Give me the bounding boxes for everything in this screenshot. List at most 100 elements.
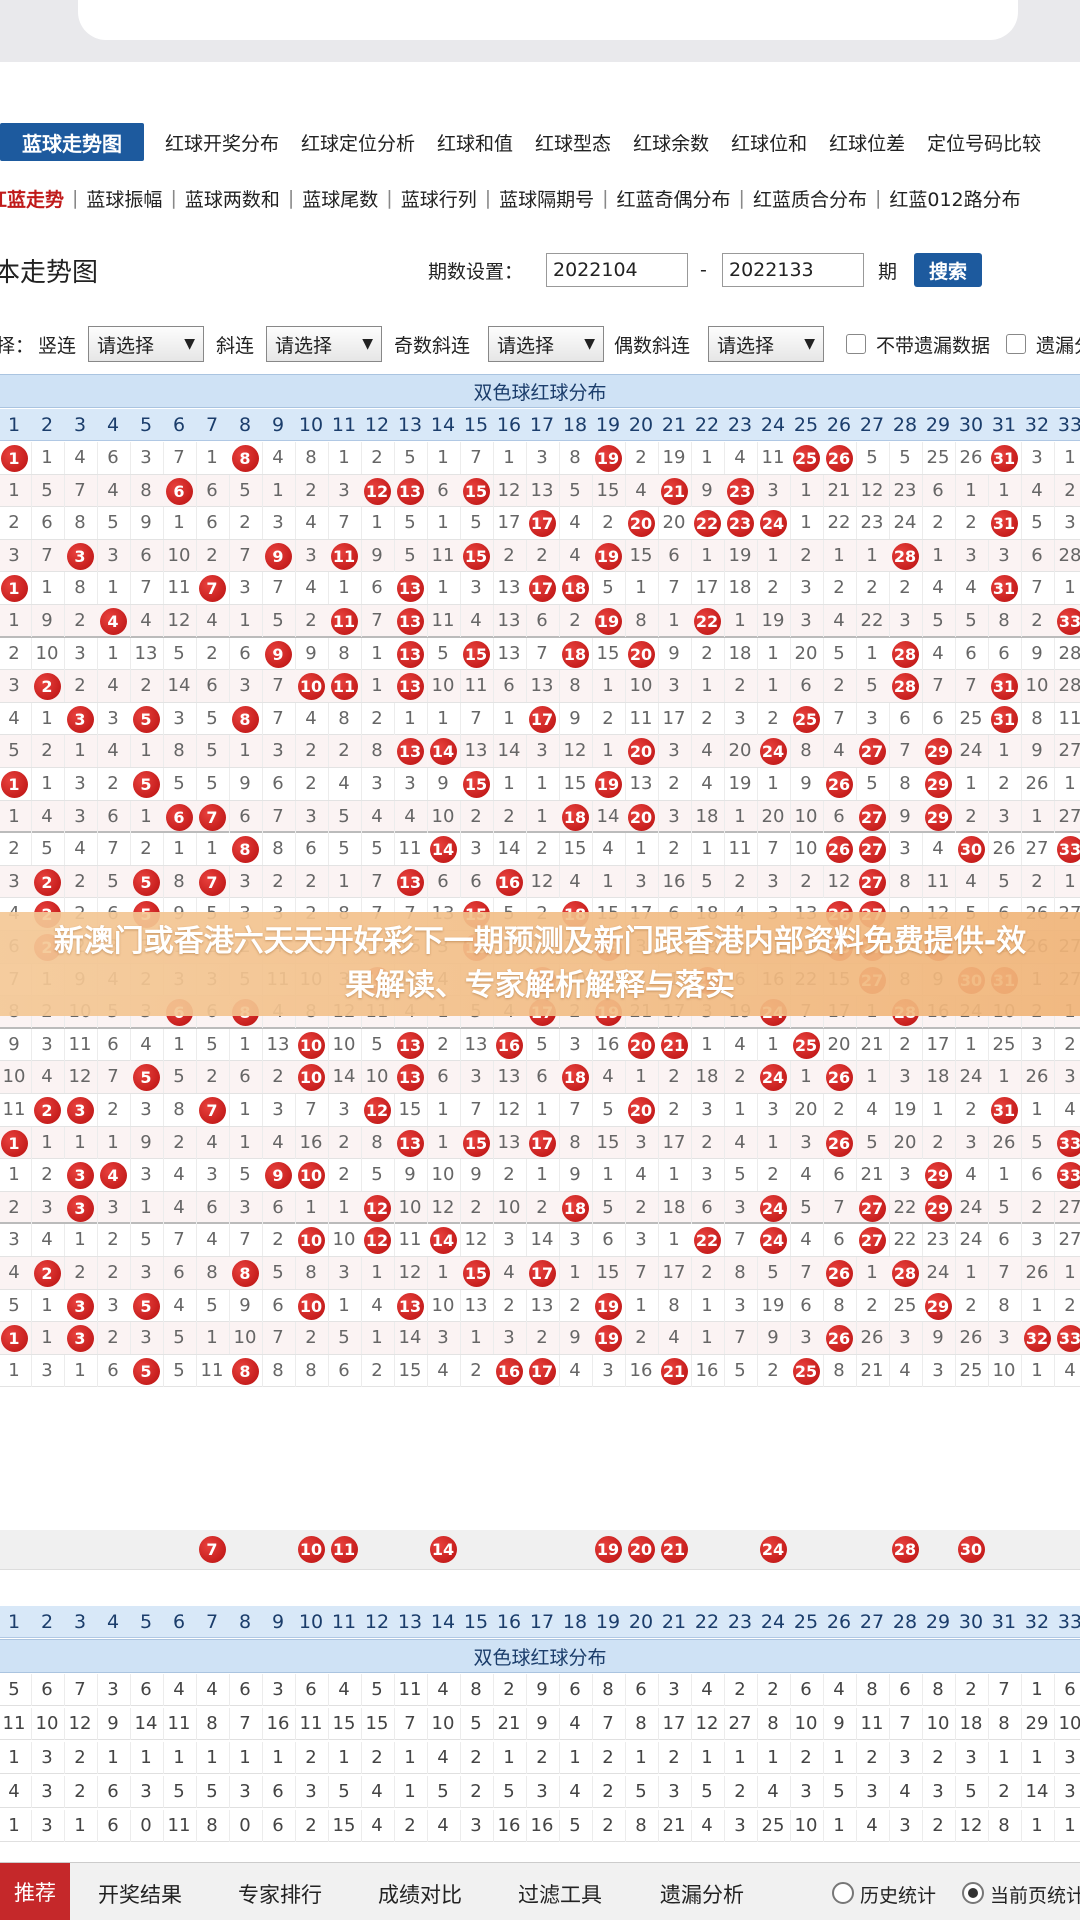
subtab-odd-even[interactable]: 红蓝奇偶分布: [617, 185, 731, 212]
omission-cell: 13: [492, 1061, 526, 1094]
no-omission-checkbox[interactable]: [846, 334, 866, 354]
omission-cell: 8: [789, 735, 823, 768]
omission-cell: 7: [228, 539, 262, 572]
omission-cell: 16: [657, 865, 691, 898]
omission-cell: 13: [624, 768, 658, 800]
recommend-button[interactable]: 推荐: [0, 1863, 70, 1920]
tab-red-position-analysis[interactable]: 红球定位分析: [290, 129, 426, 156]
omission-cell: 6: [987, 637, 1021, 670]
omission-cell: 5: [756, 1257, 790, 1289]
omission-cell: 4: [426, 1354, 460, 1387]
tab-red-sum[interactable]: 红球和值: [426, 129, 524, 156]
column-number: 12: [364, 414, 390, 436]
search-button[interactable]: 搜索: [914, 253, 982, 287]
draw-results-button[interactable]: 开奖结果: [98, 1879, 182, 1909]
tab-red-remainder[interactable]: 红球余数: [622, 129, 720, 156]
table-row: 2 8 15 17 26 28 4 2 2 3 6 8 5 8 3 1 12 1 4 1 15 7 17 2 8 5 7 1 24 1 7 2…: [0, 1257, 1080, 1290]
omission-cell: 1: [30, 1322, 64, 1355]
stats-cell: 10: [789, 1708, 823, 1740]
vertical-select[interactable]: 请选择 ▼: [88, 326, 204, 362]
tab-red-pattern[interactable]: 红球型态: [524, 129, 622, 156]
omission-cell: 4: [492, 1257, 526, 1289]
column-number: 14: [430, 414, 456, 436]
tab-red-position-diff[interactable]: 红球位差: [818, 129, 916, 156]
tab-position-compare[interactable]: 定位号码比较: [916, 129, 1052, 156]
hit-ball: 2: [33, 1097, 61, 1124]
omission-cell: 4: [624, 474, 658, 507]
omission-cell: 9: [426, 768, 460, 800]
summary-ball: 28: [891, 1536, 919, 1563]
omission-cell: 1: [1053, 768, 1080, 800]
hit-ball: 13: [396, 575, 424, 603]
filter-tools-button[interactable]: 过滤工具: [518, 1879, 602, 1909]
hit-ball: 15: [462, 542, 490, 570]
omission-cell: 3: [657, 735, 691, 768]
omission-cell: 2: [756, 572, 790, 605]
select-value: 请选择: [497, 334, 555, 357]
omission-cell: 1: [228, 1126, 262, 1159]
period-from-input[interactable]: [546, 253, 688, 287]
score-compare-button[interactable]: 成绩对比: [378, 1879, 462, 1909]
subtab-blue-rows-cols[interactable]: 蓝球行列: [401, 185, 477, 212]
omission-cell: 6: [261, 1289, 295, 1322]
period-to-input[interactable]: [722, 253, 864, 287]
omission-cell: 3: [327, 1094, 361, 1126]
subtab-blue-gap[interactable]: 蓝球隔期号: [499, 185, 594, 212]
subtab-012-route[interactable]: 红蓝012路分布: [889, 185, 1020, 212]
omission-cell: 8: [360, 1126, 394, 1159]
stats-cell: 2: [657, 1742, 691, 1774]
column-number: 4: [106, 414, 120, 436]
omission-cell: 1: [492, 768, 526, 800]
even-diagonal-select[interactable]: 请选择 ▼: [708, 326, 824, 362]
tab-red-position-sum[interactable]: 红球位和: [720, 129, 818, 156]
stats-cell: 5: [0, 1674, 31, 1706]
stats-cell: 12: [690, 1708, 724, 1740]
omission-cell: 3: [690, 1159, 724, 1192]
table-row: 3 5 10 13 19 29 5 1 3 4 5 9 6 1 4 10 13 2 13 2 1 8 1 3 19 6 8 2 25 2 8…: [0, 1289, 1080, 1323]
omission-cell: 4: [327, 768, 361, 800]
column-number: 8: [238, 414, 252, 436]
subtab-blue-amplitude[interactable]: 蓝球振幅: [86, 185, 162, 212]
hit-ball: 31: [990, 673, 1018, 701]
omission-cell: 10: [426, 800, 460, 833]
tab-red-draw-distribution[interactable]: 红球开奖分布: [154, 129, 290, 156]
page-stats-radio[interactable]: [962, 1882, 984, 1904]
omission-cell: 11: [63, 1028, 97, 1061]
stats-cell: 8: [591, 1674, 625, 1706]
omission-cell: 3: [723, 1191, 757, 1224]
subtab-blue-pair-sum[interactable]: 蓝球两数和: [185, 185, 280, 212]
filter-label-even-diagonal: 偶数斜连: [614, 334, 691, 357]
omission-cell: 1: [723, 800, 757, 833]
omission-cell: 3: [591, 1354, 625, 1387]
hit-ball: 13: [396, 477, 424, 505]
omission-cell: 4: [0, 1257, 31, 1289]
omission-cell: 1: [0, 1355, 31, 1387]
omission-cell: 3: [294, 800, 328, 833]
omission-cell: 6: [822, 1159, 856, 1192]
omission-checkbox[interactable]: [1006, 334, 1026, 354]
omission-cell: 3: [624, 865, 658, 898]
diagonal-select[interactable]: 请选择 ▼: [266, 326, 382, 362]
omission-cell: 2: [63, 865, 97, 898]
odd-diagonal-select[interactable]: 请选择 ▼: [488, 326, 604, 362]
omission-cell: 11: [723, 833, 757, 866]
expert-ranking-button[interactable]: 专家排行: [238, 1879, 322, 1909]
subtab-red-blue-trend[interactable]: 红蓝走势: [0, 185, 64, 212]
stats-cell: 1: [723, 1742, 757, 1774]
omission-cell: 2: [723, 1061, 757, 1094]
subtab-blue-tail[interactable]: 蓝球尾数: [302, 185, 378, 212]
omission-cell: 8: [657, 1289, 691, 1322]
history-stats-radio[interactable]: [832, 1882, 854, 1904]
table-row: 1 7 13 17 18 31 1 8 1 7 11 3 7 4 1 6 1 3 13 5 1 7 17 18 2 3 2 2 2 4 4 7…: [0, 572, 1080, 605]
tab-blue-ball-trend[interactable]: 蓝球走势图: [0, 123, 144, 161]
address-bar[interactable]: [78, 0, 1018, 40]
headline-banner[interactable]: 新澳门或香港六天天开好彩下一期预测及新门跟香港内部资料免费提供-效果解读、专家解…: [0, 912, 1080, 1016]
hit-ball: 14: [429, 1227, 457, 1255]
omission-cell: 8: [129, 474, 163, 507]
column-number: 2: [40, 1611, 54, 1633]
hit-ball: 21: [660, 477, 688, 505]
subtab-prime-composite[interactable]: 红蓝质合分布: [753, 185, 867, 212]
omission-cell: 2: [657, 1094, 691, 1126]
stats-cell: 10: [30, 1708, 64, 1740]
omission-analysis-button[interactable]: 遗漏分析: [660, 1879, 744, 1909]
